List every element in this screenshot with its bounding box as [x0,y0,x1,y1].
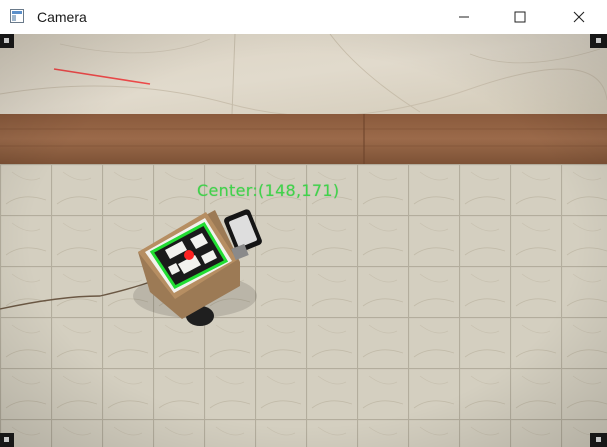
close-button[interactable] [556,0,602,34]
minimize-button[interactable] [441,0,487,34]
maximize-button[interactable] [497,0,543,34]
close-icon [573,11,585,23]
camera-feed[interactable]: Center:(148,171) [0,34,607,447]
window-title: Camera [37,9,87,25]
title-bar[interactable]: Camera [0,0,607,34]
minimize-icon [459,16,469,18]
maximize-icon [514,11,526,23]
camera-window: Camera Center:(148,171) [0,0,607,447]
camera-frame [0,34,607,447]
center-coordinate-readout: Center:(148,171) [197,181,340,200]
app-window-icon [10,9,24,23]
